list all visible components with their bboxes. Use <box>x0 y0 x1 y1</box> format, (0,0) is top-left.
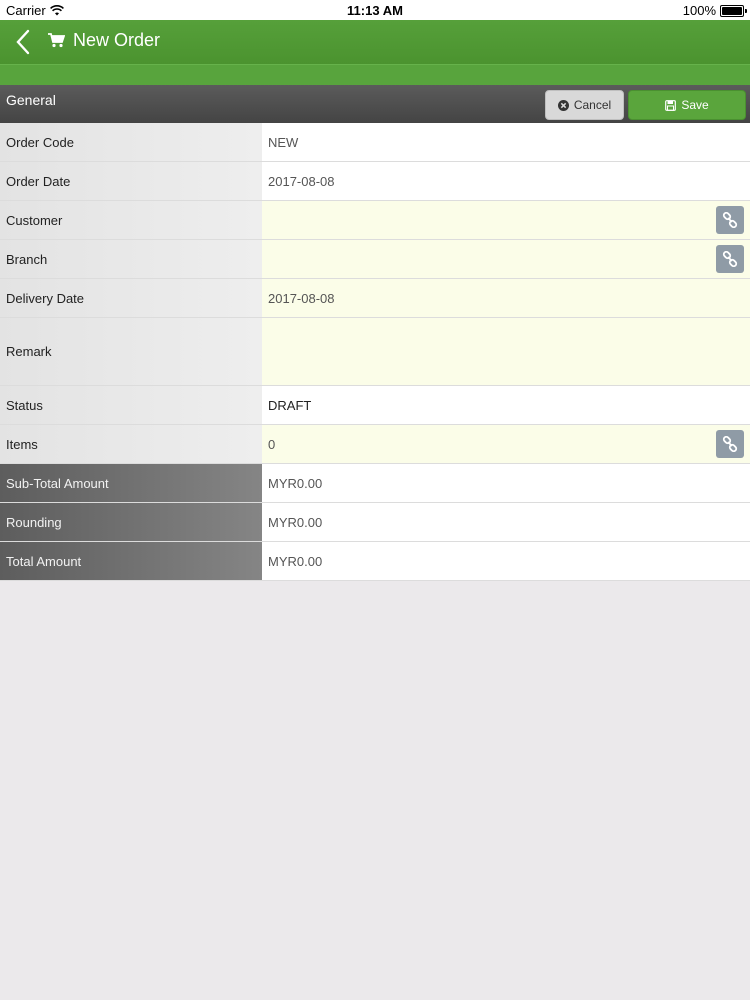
total-value: MYR0.00 <box>268 553 323 569</box>
customer-field[interactable] <box>262 201 750 239</box>
total-label: Total Amount <box>0 542 262 580</box>
customer-link-button[interactable] <box>716 206 744 234</box>
items-field[interactable]: 0 <box>262 425 750 463</box>
save-label: Save <box>681 98 709 112</box>
section-label: General <box>6 92 56 108</box>
link-icon <box>722 212 738 228</box>
battery-percent: 100% <box>682 3 716 18</box>
remark-label: Remark <box>0 318 262 385</box>
status-bar: Carrier 11:13 AM 100% <box>0 0 750 20</box>
battery-indicator: 100% <box>682 3 747 18</box>
cancel-button[interactable]: Cancel <box>545 90 624 120</box>
customer-label: Customer <box>0 201 262 239</box>
close-circle-icon <box>557 99 569 111</box>
rounding-label: Rounding <box>0 503 262 541</box>
branch-field[interactable] <box>262 240 750 278</box>
items-link-button[interactable] <box>716 430 744 458</box>
page-title: New Order <box>73 30 161 50</box>
link-icon <box>722 436 738 452</box>
toolbar-strip <box>0 64 750 85</box>
chevron-left-icon[interactable] <box>10 28 38 56</box>
row-delivery-date: Delivery Date 2017-08-08 <box>0 279 750 318</box>
nav-bar: New Order <box>0 20 750 64</box>
row-rounding: Rounding MYR0.00 <box>0 503 750 542</box>
row-total: Total Amount MYR0.00 <box>0 542 750 581</box>
section-header: General Cancel Save <box>0 85 750 123</box>
battery-icon <box>720 4 747 17</box>
branch-link-button[interactable] <box>716 245 744 273</box>
order-code-label: Order Code <box>0 123 262 161</box>
row-order-date: Order Date 2017-08-08 <box>0 162 750 201</box>
subtotal-label: Sub-Total Amount <box>0 464 262 502</box>
branch-label: Branch <box>0 240 262 278</box>
clock: 11:13 AM <box>347 3 403 18</box>
row-items: Items 0 <box>0 425 750 464</box>
row-customer: Customer <box>0 201 750 240</box>
cancel-label: Cancel <box>573 98 612 112</box>
status-label: Status <box>0 386 262 424</box>
items-label: Items <box>0 425 262 463</box>
delivery-date-field[interactable]: 2017-08-08 <box>262 279 750 317</box>
delivery-date-label: Delivery Date <box>0 279 262 317</box>
remark-field[interactable] <box>262 318 750 385</box>
order-date-label: Order Date <box>0 162 262 200</box>
status-value: DRAFT <box>268 397 312 413</box>
nav-title: New Order <box>48 30 160 51</box>
save-button[interactable]: Save <box>628 90 746 120</box>
row-status: Status DRAFT <box>0 386 750 425</box>
order-date-field[interactable]: 2017-08-08 <box>262 162 750 200</box>
rounding-value: MYR0.00 <box>268 514 323 530</box>
save-icon <box>665 99 677 111</box>
row-order-code: Order Code NEW <box>0 123 750 162</box>
subtotal-value: MYR0.00 <box>268 475 323 491</box>
order-code-value: NEW <box>268 134 299 150</box>
cart-icon <box>48 33 65 48</box>
order-form: Order Code NEW Order Date 2017-08-08 Cus… <box>0 123 750 581</box>
row-remark: Remark <box>0 318 750 386</box>
row-subtotal: Sub-Total Amount MYR0.00 <box>0 464 750 503</box>
link-icon <box>722 251 738 267</box>
row-branch: Branch <box>0 240 750 279</box>
